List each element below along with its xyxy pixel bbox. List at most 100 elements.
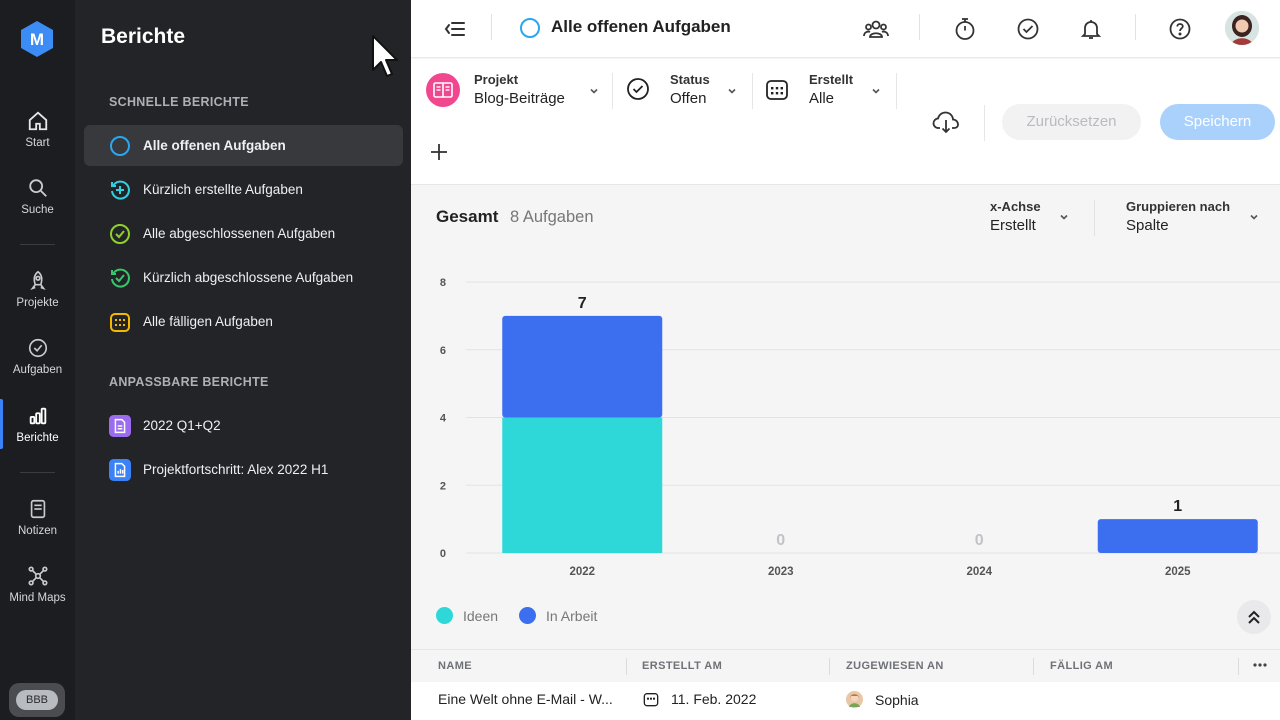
status-filter[interactable]: Status Offen — [624, 71, 744, 111]
column-divider — [626, 658, 627, 675]
notifications-button[interactable] — [1076, 14, 1106, 44]
bar-segment — [1097, 519, 1258, 553]
help-icon — [1169, 18, 1191, 40]
rail-item-notizen[interactable]: Notizen — [0, 498, 75, 537]
y-tick-label: 0 — [440, 548, 446, 560]
y-tick-label: 8 — [440, 277, 446, 289]
rail-item-start[interactable]: Start — [0, 110, 75, 149]
reports-sidebar: Berichte SCHNELLE BERICHTE Alle offenen … — [75, 0, 411, 720]
mind-map-icon — [27, 566, 48, 586]
save-button[interactable]: Speichern — [1160, 104, 1275, 140]
open-circle-icon — [520, 18, 540, 38]
x-tick-label: 2024 — [966, 566, 992, 578]
task-assignee[interactable]: Sophia — [846, 691, 919, 708]
filter-bar: Projekt Blog-Beiträge Status Offen Erste… — [411, 59, 1280, 185]
report-recently-completed[interactable]: Kürzlich abgeschlossene Aufgaben — [84, 257, 403, 298]
report-all-due[interactable]: Alle fälligen Aufgaben — [84, 301, 403, 342]
chevron-down-icon — [1250, 214, 1258, 220]
add-filter-button[interactable] — [428, 141, 450, 163]
rail-item-mind-maps[interactable]: Mind Maps — [0, 565, 75, 604]
cloud-download-icon — [932, 111, 959, 134]
x-axis-dropdown[interactable]: x-Achse Erstellt — [990, 199, 1041, 234]
legend-item-ideen[interactable]: Ideen — [436, 607, 498, 624]
custom-reports-heading: ANPASSBARE BERICHTE — [109, 375, 269, 389]
topbar-divider — [1135, 14, 1136, 40]
rail-item-berichte[interactable]: Berichte — [0, 399, 75, 449]
recent-plus-icon — [111, 180, 130, 200]
bell-icon — [1080, 20, 1102, 39]
created-filter-value: Alle — [809, 90, 835, 107]
task-count: 8 Aufgaben — [510, 208, 594, 226]
dropdown-divider — [1094, 200, 1095, 236]
legend-swatch — [519, 607, 536, 624]
status-filter-value: Offen — [670, 90, 707, 107]
assignee-avatar-icon — [846, 691, 863, 708]
double-chevron-up-icon — [1248, 610, 1260, 624]
report-project-progress-alex[interactable]: Projektfortschritt: Alex 2022 H1 — [84, 449, 403, 490]
x-axis-value: Erstellt — [990, 217, 1036, 234]
user-avatar[interactable]: BBB — [9, 683, 65, 717]
group-by-label: Gruppieren nach — [1126, 199, 1231, 214]
calendar-icon — [643, 693, 659, 707]
report-2022-q1-q2[interactable]: 2022 Q1+Q2 — [84, 405, 403, 446]
filter-divider — [612, 73, 613, 109]
app-logo-icon[interactable]: M — [19, 20, 55, 58]
book-icon — [426, 73, 460, 107]
check-circle-icon — [28, 338, 47, 358]
export-button[interactable] — [931, 107, 961, 137]
column-header-due[interactable]: FÄLLIG AM — [1050, 660, 1113, 672]
profile-avatar[interactable] — [1225, 11, 1259, 45]
project-filter-value: Blog-Beiträge — [474, 90, 565, 107]
legend-item-in-arbeit[interactable]: In Arbeit — [519, 607, 597, 624]
column-divider — [829, 658, 830, 675]
more-options-icon[interactable] — [1253, 662, 1267, 668]
calendar-due-icon — [110, 312, 130, 332]
quick-reports-heading: SCHNELLE BERICHTE — [109, 95, 249, 109]
created-filter[interactable]: Erstellt Alle — [765, 71, 885, 111]
reset-button[interactable]: Zurücksetzen — [1002, 104, 1141, 140]
task-created: 11. Feb. 2022 — [643, 691, 756, 707]
collapse-chart-button[interactable] — [1237, 600, 1271, 634]
open-circle-icon — [110, 135, 130, 156]
project-filter[interactable]: Projekt Blog-Beiträge — [426, 71, 606, 111]
filter-divider — [752, 73, 753, 109]
bar-total-label: 0 — [776, 532, 785, 549]
rail-item-suche[interactable]: Suche — [0, 177, 75, 216]
search-icon — [28, 179, 47, 197]
chart-document-icon — [109, 458, 131, 481]
column-header-created[interactable]: ERSTELLT AM — [642, 660, 722, 672]
bar-segment — [502, 417, 663, 553]
team-button[interactable] — [861, 14, 891, 44]
table-row[interactable]: Eine Welt ohne E-Mail - W... 11. Feb. 20… — [411, 682, 1280, 720]
legend-swatch — [436, 607, 453, 624]
main-content: Alle offenen Aufgaben Projekt Blog-Beitr… — [411, 0, 1280, 720]
rail-item-aufgaben[interactable]: Aufgaben — [0, 337, 75, 376]
report-all-completed[interactable]: Alle abgeschlossenen Aufgaben — [84, 213, 403, 254]
bar-chart-icon — [29, 407, 46, 425]
collapse-menu-icon — [444, 22, 465, 36]
report-recently-created[interactable]: Kürzlich erstellte Aufgaben — [84, 169, 403, 210]
sidebar-title: Berichte — [101, 25, 186, 48]
column-divider — [1238, 658, 1239, 675]
filter-divider — [896, 73, 897, 109]
group-by-dropdown[interactable]: Gruppieren nach Spalte — [1126, 199, 1230, 234]
chevron-down-icon — [872, 88, 880, 94]
task-name[interactable]: Eine Welt ohne E-Mail - W... — [438, 691, 613, 707]
column-header-assignee[interactable]: ZUGEWIESEN AN — [846, 660, 944, 672]
tasks-button[interactable] — [1013, 14, 1043, 44]
users-icon — [863, 20, 889, 38]
stopwatch-icon — [955, 18, 975, 40]
rocket-icon — [29, 270, 46, 290]
svg-text:M: M — [30, 30, 44, 49]
column-divider — [1033, 658, 1034, 675]
check-circle-icon — [627, 78, 649, 100]
rail-divider — [20, 244, 55, 245]
report-all-open-tasks[interactable]: Alle offenen Aufgaben — [84, 125, 403, 166]
collapse-sidebar-button[interactable] — [440, 14, 470, 44]
timer-button[interactable] — [950, 14, 980, 44]
help-button[interactable] — [1165, 14, 1195, 44]
rail-item-projekte[interactable]: Projekte — [0, 270, 75, 309]
column-header-name[interactable]: NAME — [438, 660, 472, 672]
page-title: Alle offenen Aufgaben — [551, 17, 731, 36]
mouse-cursor-icon — [372, 35, 398, 77]
